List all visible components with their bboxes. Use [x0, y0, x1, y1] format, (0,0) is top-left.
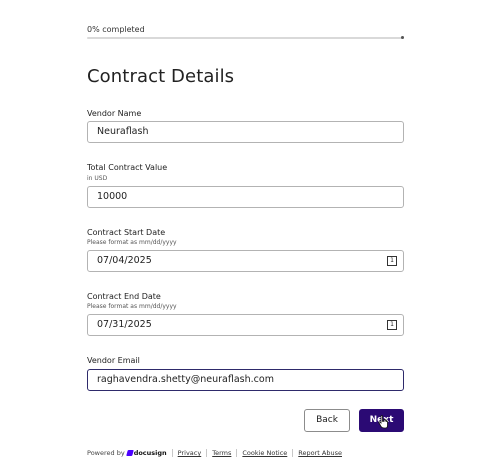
- footer-divider: [206, 449, 208, 457]
- progress-label: 0% completed: [87, 25, 145, 34]
- footer: Powered by docusign Privacy Terms Cookie…: [87, 449, 342, 457]
- hand-cursor-icon: [378, 415, 388, 429]
- contract-end-date-label: Contract End Date: [87, 292, 161, 301]
- vendor-name-input[interactable]: Neuraflash: [87, 121, 404, 143]
- cookie-notice-link[interactable]: Cookie Notice: [242, 449, 287, 457]
- page-title: Contract Details: [87, 66, 235, 87]
- vendor-email-input[interactable]: raghavendra.shetty@neuraflash.com: [87, 369, 404, 391]
- vendor-name-label: Vendor Name: [87, 109, 142, 118]
- contract-end-date-input[interactable]: 07/31/2025 1: [87, 314, 404, 336]
- total-contract-value-help: in USD: [87, 175, 108, 182]
- docusign-logo-icon: [125, 450, 134, 456]
- docusign-logo-text: docusign: [133, 449, 167, 457]
- powered-by: Powered by docusign: [87, 449, 167, 457]
- terms-link[interactable]: Terms: [212, 449, 231, 457]
- contract-end-date-help: Please format as mm/dd/yyyy: [87, 303, 177, 310]
- calendar-icon[interactable]: 1: [387, 320, 397, 330]
- powered-by-label: Powered by: [87, 449, 125, 457]
- total-contract-value-label: Total Contract Value: [87, 163, 168, 172]
- contract-start-date-input[interactable]: 07/04/2025 1: [87, 250, 404, 272]
- vendor-email-label: Vendor Email: [87, 356, 140, 365]
- docusign-logo: docusign: [125, 449, 167, 457]
- total-contract-value-input[interactable]: 10000: [87, 186, 404, 208]
- back-button[interactable]: Back: [304, 409, 350, 432]
- progress-bar: [87, 36, 404, 39]
- contract-start-date-help: Please format as mm/dd/yyyy: [87, 239, 177, 246]
- contract-start-date-label: Contract Start Date: [87, 228, 166, 237]
- progress-bar-end-marker: [401, 36, 404, 39]
- contract-end-date-value: 07/31/2025: [97, 319, 152, 330]
- footer-divider: [236, 449, 238, 457]
- report-abuse-link[interactable]: Report Abuse: [298, 449, 342, 457]
- footer-divider: [171, 449, 173, 457]
- footer-divider: [292, 449, 294, 457]
- contract-start-date-value: 07/04/2025: [97, 255, 152, 266]
- calendar-icon[interactable]: 1: [387, 256, 397, 266]
- privacy-link[interactable]: Privacy: [178, 449, 202, 457]
